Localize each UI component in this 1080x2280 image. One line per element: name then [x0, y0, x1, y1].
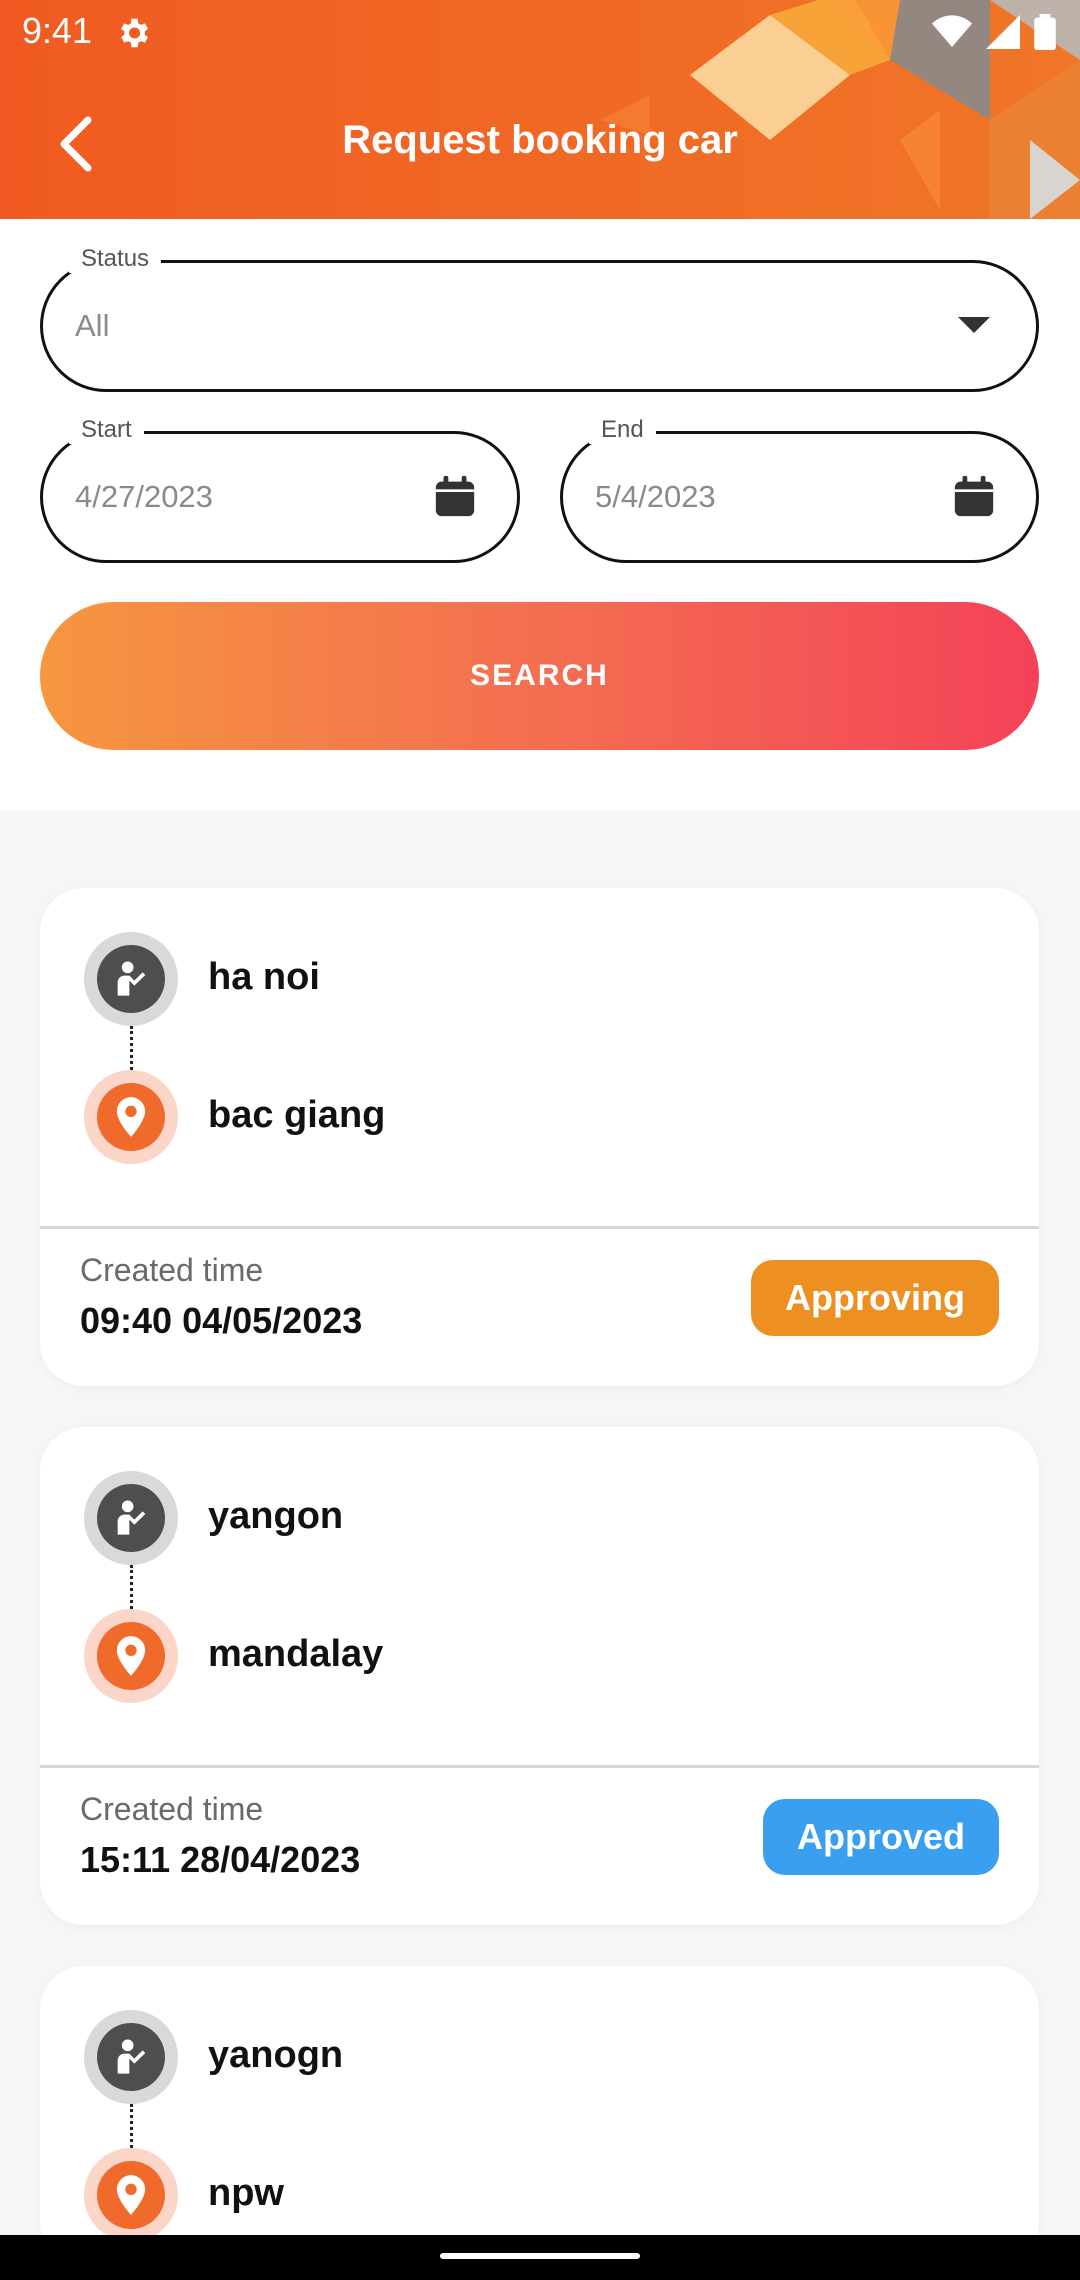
booking-card[interactable]: ha noi bac giang Created time 09:40 04/0… [40, 888, 1039, 1386]
filter-panel: Status All Start 4/27/2023 End 5/4/2023 [0, 219, 1080, 811]
route-connector [130, 2104, 133, 2148]
origin-name: ha noi [208, 956, 320, 998]
created-time-label: Created time [80, 1252, 264, 1288]
card-divider [40, 1226, 1039, 1229]
origin-name: yangon [208, 1495, 344, 1537]
passenger-icon [117, 1500, 146, 1535]
created-time-value: 09:40 04/05/2023 [80, 1300, 363, 1341]
card-divider [40, 1765, 1039, 1768]
destination-marker [84, 2148, 178, 2242]
location-pin-icon [116, 1636, 146, 1676]
origin-marker [84, 1471, 178, 1565]
status-value: All [75, 308, 110, 343]
destination-marker [84, 1609, 178, 1703]
status-label: Status [69, 245, 162, 273]
status-dropdown[interactable]: Status All [40, 245, 1039, 392]
app-header: 9:41 Request booking car [0, 0, 1080, 219]
destination-name: bac giang [208, 1094, 386, 1136]
location-pin-icon [116, 2175, 146, 2215]
search-button[interactable]: SEARCH [40, 602, 1039, 750]
passenger-icon [117, 2039, 146, 2074]
status-badge: Approving [751, 1260, 999, 1336]
route-connector [130, 1026, 133, 1070]
system-nav-bar [0, 2235, 1080, 2280]
created-time-value: 15:11 28/04/2023 [80, 1839, 361, 1880]
destination-name: npw [208, 2172, 284, 2214]
location-pin-icon [116, 1097, 146, 1137]
status-time: 9:41 [22, 10, 93, 51]
start-value: 4/27/2023 [75, 479, 213, 514]
page-title: Request booking car [342, 118, 738, 162]
end-label: End [589, 416, 656, 444]
start-label: Start [69, 416, 144, 444]
origin-name: yanogn [208, 2034, 344, 2076]
created-time-label: Created time [80, 1791, 264, 1827]
calendar-icon[interactable] [431, 473, 479, 521]
end-value: 5/4/2023 [595, 479, 716, 514]
wifi-icon [932, 15, 972, 47]
home-gesture-handle[interactable] [440, 2253, 640, 2259]
status-indicators [932, 14, 1056, 50]
caret-down-icon [950, 302, 998, 350]
end-date-field[interactable]: End 5/4/2023 [560, 416, 1039, 563]
booking-card[interactable]: yanogn npw [40, 1966, 1039, 2266]
booking-card[interactable]: yangon mandalay Created time 15:11 28/04… [40, 1427, 1039, 1925]
route-connector [130, 1565, 133, 1609]
status-bar: 9:41 [0, 0, 1080, 66]
status-badge: Approved [762, 1799, 999, 1875]
start-date-field[interactable]: Start 4/27/2023 [40, 416, 520, 563]
origin-marker [84, 932, 178, 1026]
calendar-icon[interactable] [950, 473, 998, 521]
battery-icon [1034, 14, 1056, 50]
destination-marker [84, 1070, 178, 1164]
passenger-icon [117, 961, 146, 996]
gear-icon [121, 18, 149, 48]
origin-marker [84, 2010, 178, 2104]
signal-icon [986, 15, 1020, 49]
destination-name: mandalay [208, 1633, 384, 1675]
